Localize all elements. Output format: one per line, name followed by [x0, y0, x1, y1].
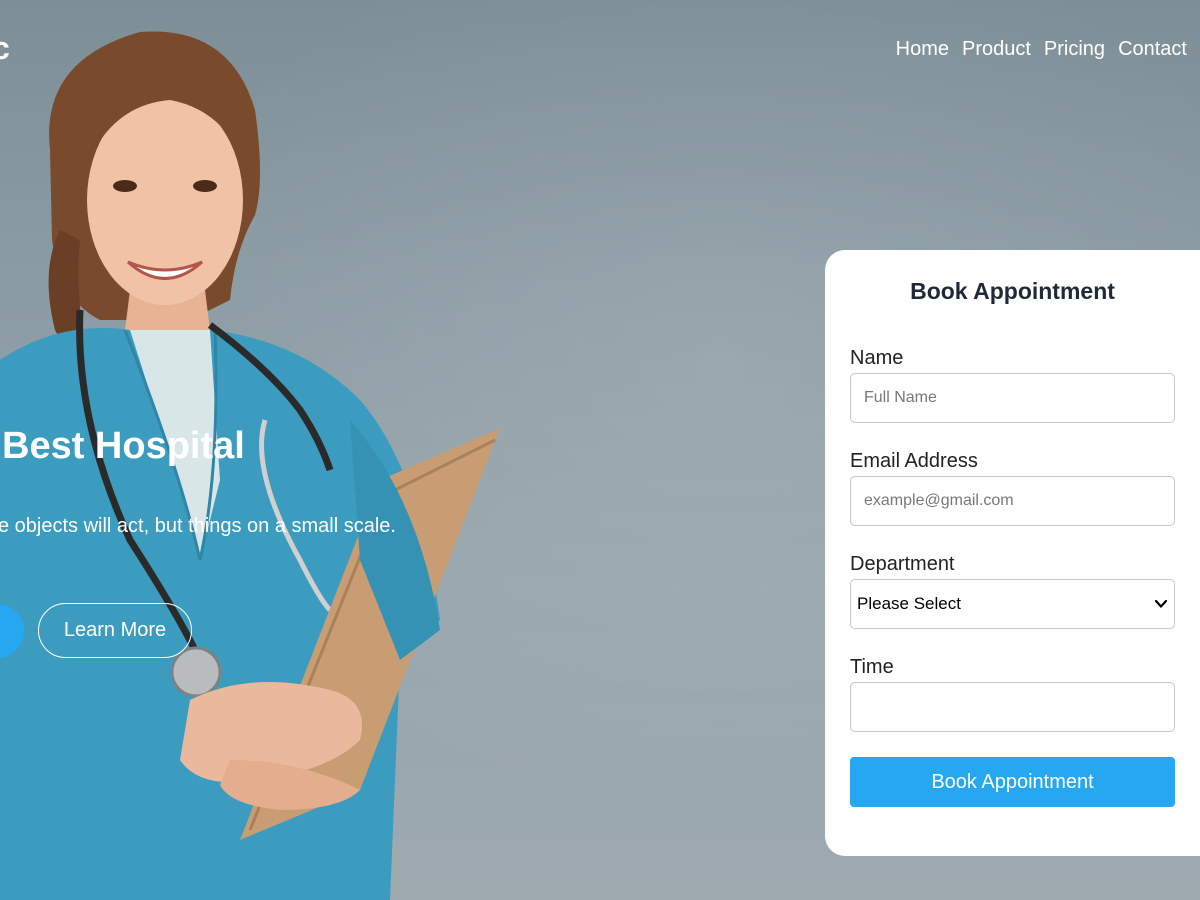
- chevron-down-icon: [1154, 599, 1168, 608]
- time-field[interactable]: [850, 682, 1175, 732]
- time-label: Time: [850, 656, 894, 678]
- appointment-card: Book Appointment Name Email Address Depa…: [825, 250, 1200, 856]
- department-selected-value: Please Select: [857, 594, 961, 613]
- name-field[interactable]: [850, 373, 1175, 423]
- appointment-title: Book Appointment: [910, 278, 1115, 304]
- hero-headline: Best Hospital: [2, 425, 245, 467]
- department-select[interactable]: Please Select: [850, 579, 1175, 629]
- hero-section: c Home Product Pricing Contact Best Hosp…: [0, 0, 1200, 900]
- learn-more-button[interactable]: Learn More: [38, 603, 192, 658]
- nav-home[interactable]: Home: [896, 38, 949, 61]
- main-nav: Home Product Pricing Contact: [896, 38, 1187, 61]
- nav-pricing[interactable]: Pricing: [1044, 38, 1105, 61]
- email-field[interactable]: [850, 476, 1175, 526]
- name-label: Name: [850, 347, 904, 369]
- nav-product[interactable]: Product: [962, 38, 1031, 61]
- hero-subtext: e objects will act, but things on a smal…: [0, 515, 396, 537]
- book-appointment-button[interactable]: Book Appointment: [850, 757, 1175, 807]
- nav-contact[interactable]: Contact: [1118, 38, 1187, 61]
- email-label: Email Address: [850, 450, 978, 472]
- department-label: Department: [850, 553, 955, 575]
- brand-logo[interactable]: c: [0, 30, 10, 67]
